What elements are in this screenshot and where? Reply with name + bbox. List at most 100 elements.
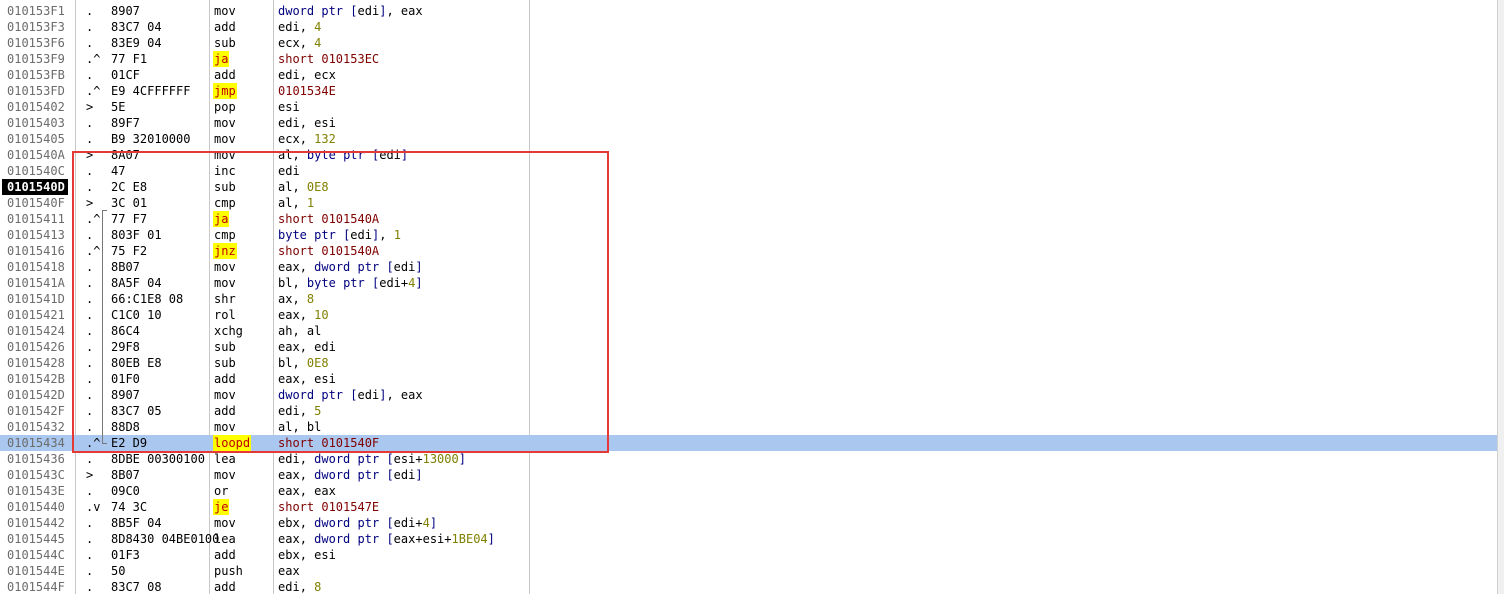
address-cell[interactable]: 01015426 [7, 339, 65, 355]
address-cell[interactable]: 01015442 [7, 515, 65, 531]
instruction-row[interactable]: 010153FB. 01CF add edi, ecx [0, 67, 1498, 83]
instruction-row[interactable]: 01015416 .^ 75 F2 jnz short 0101540A [0, 243, 1498, 259]
instruction-row[interactable]: 01015402 >5E pop esi [0, 99, 1498, 115]
address-cell[interactable]: 01015424 [7, 323, 65, 339]
address-cell[interactable]: 0101544C [7, 547, 65, 563]
instruction-row[interactable]: 01015418. 8B07 mov eax, dword ptr [edi] [0, 259, 1498, 275]
address-cell[interactable]: 01015434 [7, 435, 65, 451]
address-cell[interactable]: 0101543C [7, 467, 65, 483]
instruction-row[interactable]: 0101540C. 47 inc edi [0, 163, 1498, 179]
opcode-bytes: 83E9 04 [111, 36, 162, 50]
opcode-bytes: 8D8430 04BE0100 [111, 532, 220, 546]
address-cell[interactable]: 0101541A [7, 275, 65, 291]
address-cell[interactable]: 0101540D [2, 179, 68, 195]
instruction-row[interactable]: 0101544F. 83C7 08 add edi, 8 [0, 579, 1498, 595]
instruction-row[interactable]: 0101543E. 09C0 or eax, eax [0, 483, 1498, 499]
address-cell[interactable]: 0101540A [7, 147, 65, 163]
instruction-row[interactable]: 0101544C. 01F3 add ebx, esi [0, 547, 1498, 563]
vertical-scrollbar[interactable] [1497, 0, 1504, 594]
instruction-row[interactable]: 010153F6. 83E9 04 sub ecx, 4 [0, 35, 1498, 51]
instruction-row[interactable]: 01015434 .^ E2 D9 loopd short 0101540F [0, 435, 1498, 451]
address-cell[interactable]: 01015405 [7, 131, 65, 147]
mnemonic: sub [214, 340, 236, 354]
instruction-row[interactable]: 01015442. 8B5F 04 mov ebx, dword ptr [edi+4… [0, 515, 1498, 531]
instruction-row[interactable]: 01015403. 89F7 mov edi, esi [0, 115, 1498, 131]
address-cell[interactable]: 01015436 [7, 451, 65, 467]
address-cell[interactable]: 010153FD [7, 83, 65, 99]
mnemonic: mov [214, 276, 236, 290]
instruction-row[interactable]: 010153FD .^ E9 4CFFFFFF jmp 0101534E [0, 83, 1498, 99]
instruction-row[interactable]: 010153F3. 83C7 04 add edi, 4 [0, 19, 1498, 35]
flow-marker: .^ [86, 84, 101, 98]
instruction-row[interactable]: 01015424. 86C4 xchg ah, al [0, 323, 1498, 339]
address-cell[interactable]: 0101541D [7, 291, 65, 307]
address-cell[interactable]: 01015403 [7, 115, 65, 131]
instruction-row[interactable]: 0101542F. 83C7 05 add edi, 5 [0, 403, 1498, 419]
address-cell[interactable]: 01015440 [7, 499, 65, 515]
flow-marker: . [86, 292, 94, 306]
flow-marker: . [86, 164, 94, 178]
address-cell[interactable]: 01015428 [7, 355, 65, 371]
opcode-bytes: 8A07 [111, 148, 140, 162]
flow-marker: . [86, 4, 94, 18]
address-cell[interactable]: 010153F1 [7, 3, 65, 19]
opcode-bytes: 8A5F 04 [111, 276, 162, 290]
address-cell[interactable]: 01015421 [7, 307, 65, 323]
address-cell[interactable]: 01015411 [7, 211, 65, 227]
instruction-row[interactable]: 01015436. 8DBE 00300100 lea edi, dword ptr … [0, 451, 1498, 467]
address-cell[interactable]: 010153FB [7, 67, 65, 83]
instruction-row[interactable]: 010153F9 .^ 77 F1 ja short 010153EC [0, 51, 1498, 67]
address-cell[interactable]: 0101542F [7, 403, 65, 419]
instruction-row[interactable]: 01015405. B9 32010000 mov ecx, 132 [0, 131, 1498, 147]
instruction-row[interactable]: 0101541A. 8A5F 04 mov bl, byte ptr [edi+4] [0, 275, 1498, 291]
flow-marker: . [86, 180, 94, 194]
opcode-bytes: 86C4 [111, 324, 140, 338]
instruction-row[interactable]: 01015440 .v 74 3C je short 0101547E [0, 499, 1498, 515]
operands: short 0101547E [278, 500, 380, 514]
instruction-row[interactable]: 0101540F >3C 01 cmp al, 1 [0, 195, 1498, 211]
mnemonic: mov [214, 388, 236, 402]
operands: al, 1 [278, 196, 315, 210]
address-cell[interactable]: 010153F9 [7, 51, 65, 67]
address-cell[interactable]: 01015402 [7, 99, 65, 115]
operands: ebx, dword ptr [edi+4] [278, 516, 438, 530]
instruction-row[interactable]: 01015432. 88D8 mov al, bl [0, 419, 1498, 435]
opcode-bytes: 3C 01 [111, 196, 148, 210]
instruction-row[interactable]: 0101543C >8B07 mov eax, dword ptr [edi] [0, 467, 1498, 483]
address-cell[interactable]: 010153F6 [7, 35, 65, 51]
instruction-row[interactable]: 0101542B. 01F0 add eax, esi [0, 371, 1498, 387]
mnemonic: add [214, 68, 236, 82]
operands: eax, dword ptr [edi] [278, 260, 423, 274]
address-cell[interactable]: 0101540C [7, 163, 65, 179]
address-cell[interactable]: 01015416 [7, 243, 65, 259]
opcode-bytes: 50 [111, 564, 126, 578]
address-cell[interactable]: 0101544F [7, 579, 65, 595]
address-cell[interactable]: 0101543E [7, 483, 65, 499]
instruction-row[interactable]: 0101542D. 8907 mov dword ptr [edi], eax [0, 387, 1498, 403]
flow-marker: . [86, 36, 94, 50]
address-cell[interactable]: 0101544E [7, 563, 65, 579]
mnemonic: mov [214, 516, 236, 530]
instruction-row[interactable]: 01015411 .^ 77 F7 ja short 0101540A [0, 211, 1498, 227]
operands: edi, ecx [278, 68, 336, 82]
instruction-row[interactable]: 01015413. 803F 01 cmp byte ptr [edi], 1 [0, 227, 1498, 243]
address-cell[interactable]: 0101542B [7, 371, 65, 387]
address-cell[interactable]: 01015413 [7, 227, 65, 243]
address-cell[interactable]: 01015418 [7, 259, 65, 275]
address-cell[interactable]: 0101540F [7, 195, 65, 211]
instruction-row[interactable]: 010153F1. 8907 mov dword ptr [edi], eax [0, 3, 1498, 19]
address-cell[interactable]: 0101542D [7, 387, 65, 403]
instruction-row[interactable]: 01015428. 80EB E8 sub bl, 0E8 [0, 355, 1498, 371]
instruction-row[interactable]: 0101540D. 2C E8 sub al, 0E8 [0, 179, 1498, 195]
instruction-row[interactable]: 0101540A >8A07 mov al, byte ptr [edi] [0, 147, 1498, 163]
instruction-row[interactable]: 0101544E. 50 push eax [0, 563, 1498, 579]
address-cell[interactable]: 01015445 [7, 531, 65, 547]
instruction-row[interactable]: 01015445. 8D8430 04BE0100 lea eax, dword pt… [0, 531, 1498, 547]
disassembly-pane[interactable]: 010153F1. 8907 mov dword ptr [edi], eax 0101… [0, 0, 1504, 594]
instruction-row[interactable]: 01015426. 29F8 sub eax, edi [0, 339, 1498, 355]
address-cell[interactable]: 01015432 [7, 419, 65, 435]
instruction-row[interactable]: 0101541D. 66:C1E8 08 shr ax, 8 [0, 291, 1498, 307]
instruction-row[interactable]: 01015421. C1C0 10 rol eax, 10 [0, 307, 1498, 323]
address-cell[interactable]: 010153F3 [7, 19, 65, 35]
mnemonic: shr [214, 292, 236, 306]
